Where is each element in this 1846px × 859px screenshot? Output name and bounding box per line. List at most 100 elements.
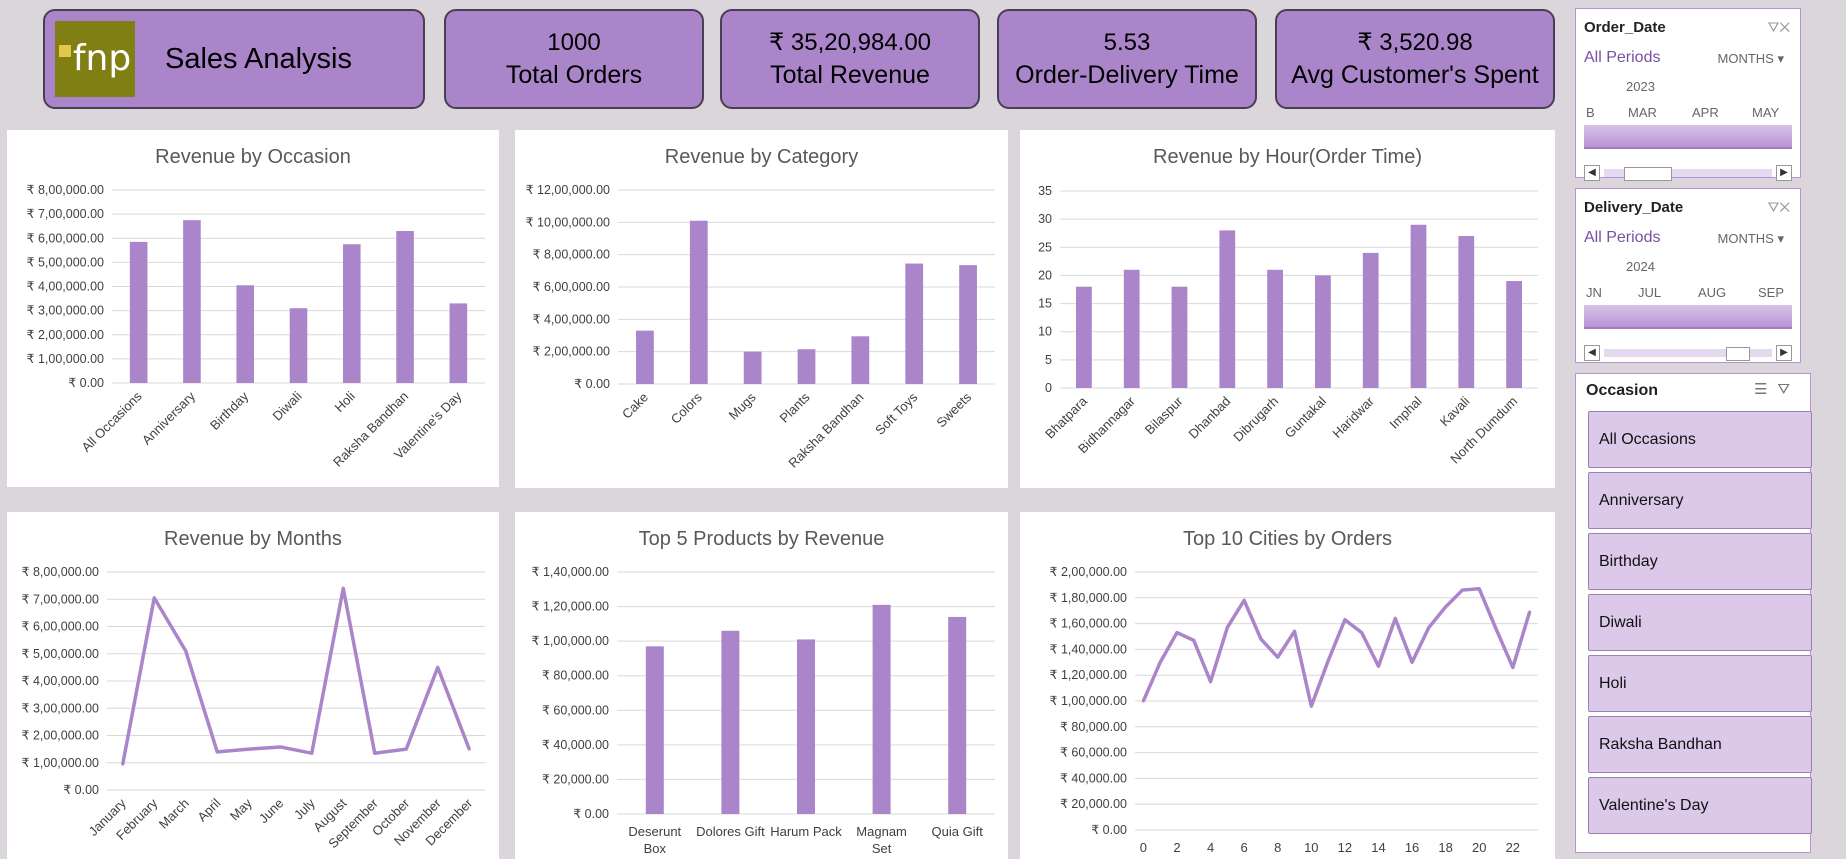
data-point[interactable]	[436, 665, 440, 669]
occasion-item[interactable]: Birthday	[1588, 533, 1812, 590]
data-point[interactable]	[1225, 625, 1229, 629]
data-point[interactable]	[1158, 660, 1162, 664]
data-point[interactable]	[278, 745, 282, 749]
series-line[interactable]	[1141, 587, 1532, 708]
bar[interactable]	[236, 285, 255, 383]
bar[interactable]	[797, 349, 816, 384]
occasion-slicer[interactable]: Occasion ☰⛛ All Occasions Anniversary Bi…	[1575, 373, 1812, 853]
chart-top-products[interactable]: Top 5 Products by Revenue ₹ 0.00 ₹ 20,000.…	[515, 512, 1008, 859]
bar[interactable]	[1506, 281, 1522, 388]
data-point[interactable]	[121, 762, 125, 766]
scroll-left-icon[interactable]: ◀	[1584, 345, 1600, 361]
chart-top-cities[interactable]: Top 10 Cities by Orders ₹ 0.00 ₹ 20,000.00…	[1020, 512, 1555, 859]
time-level-dropdown[interactable]: MONTHS ▾	[1718, 51, 1785, 67]
scroll-thumb[interactable]	[1726, 347, 1750, 361]
data-point[interactable]	[1175, 631, 1179, 635]
data-point[interactable]	[1242, 598, 1246, 602]
data-point[interactable]	[341, 586, 345, 590]
bar[interactable]	[1076, 286, 1092, 388]
chart-revenue-by-category[interactable]: Revenue by Category ₹ 0.00 ₹ 2,00,000.00 ₹ …	[515, 130, 1008, 488]
bar[interactable]	[721, 630, 740, 814]
bar[interactable]	[1219, 230, 1236, 388]
scroll-track[interactable]	[1604, 347, 1772, 361]
bar[interactable]	[1267, 269, 1283, 388]
data-point[interactable]	[404, 747, 408, 751]
bar[interactable]	[342, 244, 361, 383]
data-point[interactable]	[1477, 587, 1481, 591]
scroll-right-icon[interactable]: ▶	[1776, 165, 1792, 181]
data-point[interactable]	[1209, 680, 1213, 684]
data-point[interactable]	[467, 747, 471, 751]
bar[interactable]	[948, 616, 967, 814]
bar[interactable]	[1458, 236, 1475, 388]
occasion-item[interactable]: Holi	[1588, 655, 1812, 712]
occasion-item[interactable]: All Occasions	[1588, 411, 1812, 468]
timeline-scrollbar[interactable]: ◀ ▶	[1584, 345, 1792, 361]
occasion-item[interactable]: Anniversary	[1588, 472, 1812, 529]
data-point[interactable]	[1528, 610, 1532, 614]
data-point[interactable]	[184, 649, 188, 653]
data-point[interactable]	[1192, 638, 1196, 642]
data-point[interactable]	[1276, 655, 1280, 659]
data-point[interactable]	[247, 747, 251, 751]
data-point[interactable]	[1141, 699, 1145, 703]
time-level-dropdown[interactable]: MONTHS ▾	[1718, 231, 1785, 247]
data-point[interactable]	[215, 750, 219, 754]
bar[interactable]	[743, 351, 762, 384]
bar[interactable]	[689, 220, 708, 384]
timeline-scrollbar[interactable]: ◀ ▶	[1584, 165, 1792, 181]
data-point[interactable]	[1511, 665, 1515, 669]
data-point[interactable]	[1494, 627, 1498, 631]
chart-revenue-by-occasion[interactable]: Revenue by Occasion ₹ 0.00 ₹ 1,00,000.00 ₹ …	[7, 130, 499, 487]
data-point[interactable]	[310, 751, 314, 755]
clear-filter-icon[interactable]: ⛛	[1777, 381, 1800, 398]
delivery-date-slicer[interactable]: Delivery_Date ⛛✕ All Periods MONTHS ▾ 20…	[1575, 188, 1801, 363]
bar[interactable]	[1362, 252, 1379, 388]
bar[interactable]	[1123, 269, 1140, 388]
scroll-track[interactable]	[1604, 167, 1772, 181]
bar[interactable]	[449, 303, 468, 383]
clear-filter-icon[interactable]: ⛛✕	[1768, 199, 1790, 216]
timeline-bar[interactable]	[1584, 125, 1792, 149]
bar[interactable]	[905, 263, 924, 384]
data-point[interactable]	[1376, 664, 1380, 668]
bar[interactable]	[636, 330, 654, 384]
bar[interactable]	[396, 231, 414, 383]
occasion-item[interactable]: Raksha Bandhan	[1588, 716, 1812, 773]
scroll-thumb[interactable]	[1624, 167, 1672, 181]
bar[interactable]	[797, 639, 815, 814]
bar[interactable]	[959, 265, 977, 384]
scroll-right-icon[interactable]: ▶	[1776, 345, 1792, 361]
order-date-slicer[interactable]: Order_Date ⛛✕ All Periods MONTHS ▾ 2023 …	[1575, 8, 1801, 181]
chart-revenue-by-hour[interactable]: Revenue by Hour(Order Time) 0 5 10 15 20 25 30 3…	[1020, 130, 1555, 488]
data-point[interactable]	[1293, 629, 1297, 633]
occasion-item[interactable]: Valentine's Day	[1588, 777, 1812, 834]
bar[interactable]	[645, 646, 664, 814]
data-point[interactable]	[1259, 637, 1263, 641]
series-line[interactable]	[121, 586, 471, 765]
bar[interactable]	[289, 308, 308, 383]
bar[interactable]	[872, 604, 891, 814]
data-point[interactable]	[373, 751, 377, 755]
data-point[interactable]	[1427, 625, 1431, 629]
data-point[interactable]	[1343, 618, 1347, 622]
timeline-bar[interactable]	[1584, 305, 1792, 329]
scroll-left-icon[interactable]: ◀	[1584, 165, 1600, 181]
data-point[interactable]	[1360, 631, 1364, 635]
occasion-item[interactable]: Diwali	[1588, 594, 1812, 651]
multi-select-icon[interactable]: ☰	[1754, 381, 1777, 398]
data-point[interactable]	[1309, 704, 1313, 708]
bar[interactable]	[1410, 224, 1427, 388]
bar[interactable]	[1315, 275, 1331, 388]
chart-revenue-by-months[interactable]: Revenue by Months ₹ 0.00 ₹ 1,00,000.00 ₹ 2,…	[7, 512, 499, 859]
bar[interactable]	[851, 336, 870, 384]
data-point[interactable]	[1444, 605, 1448, 609]
clear-filter-icon[interactable]: ⛛✕	[1768, 19, 1790, 36]
data-point[interactable]	[1326, 659, 1330, 663]
data-point[interactable]	[1393, 616, 1397, 620]
bar[interactable]	[183, 220, 201, 383]
data-point[interactable]	[152, 596, 156, 600]
data-point[interactable]	[1460, 588, 1464, 592]
data-point[interactable]	[1410, 660, 1414, 664]
bar[interactable]	[129, 241, 148, 383]
